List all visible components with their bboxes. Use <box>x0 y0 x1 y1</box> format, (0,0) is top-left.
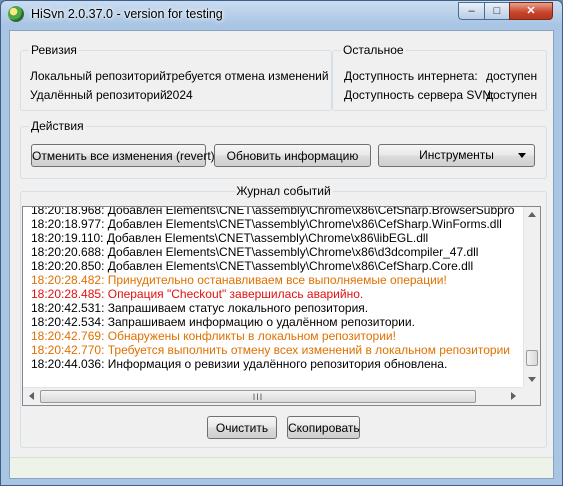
vertical-scrollbar[interactable] <box>523 207 540 388</box>
internet-label: Доступность интернета: <box>344 69 478 83</box>
log-entry: 18:20:20.688: Добавлен Elements\CNET\ass… <box>31 245 479 259</box>
log-entry: 18:20:44.036: Информация о ревизии удалё… <box>31 357 448 371</box>
clear-button[interactable]: Очистить <box>207 416 277 439</box>
client-area: Ревизия Локальный репозиторий: требуется… <box>9 30 554 479</box>
scroll-left-arrow-icon[interactable] <box>29 392 34 400</box>
scroll-grip: III <box>252 392 264 402</box>
window-title: HiSvn 2.0.37.0 - version for testing <box>31 7 223 21</box>
revision-group: Ревизия Локальный репозиторий: требуется… <box>20 43 332 111</box>
internet-value: доступен <box>486 69 538 83</box>
log-entry: 18:20:19.110: Добавлен Elements\CNET\ass… <box>31 231 429 245</box>
local-repo-value: требуется отмена изменений <box>166 69 329 83</box>
scroll-right-arrow-icon[interactable] <box>511 392 516 400</box>
scroll-up-arrow-icon[interactable] <box>528 212 536 217</box>
status-bar <box>10 457 553 478</box>
event-log[interactable]: 18:20:18.968: Добавлен Elements\CNET\ass… <box>22 206 541 406</box>
refresh-info-button[interactable]: Обновить информацию <box>214 144 371 167</box>
log-entry: 18:20:42.534: Запрашиваем информацию о у… <box>31 315 415 329</box>
minimize-button[interactable]: – <box>458 2 485 20</box>
log-entry: 18:20:18.968: Добавлен Elements\CNET\ass… <box>31 206 515 217</box>
maximize-button[interactable]: □ <box>484 2 510 20</box>
horizontal-scrollbar[interactable]: III <box>23 387 524 405</box>
journal-heading: Журнал событий <box>234 184 333 198</box>
tools-label: Инструменты <box>419 148 494 162</box>
main-window: HiSvn 2.0.37.0 - version for testing – □… <box>0 0 563 486</box>
other-heading: Остальное <box>341 43 406 57</box>
title-bar[interactable]: HiSvn 2.0.37.0 - version for testing – □… <box>1 1 562 29</box>
revision-heading: Ревизия <box>29 43 79 57</box>
copy-button[interactable]: Скопировать <box>287 416 360 439</box>
log-entry: 18:20:28.482: Принудительно останавливае… <box>31 273 447 287</box>
revert-button[interactable]: Отменить все изменения (revert) <box>31 144 215 167</box>
remote-repo-value: 2024 <box>166 88 193 102</box>
log-entry: 18:20:42.531: Запрашиваем статус локальн… <box>31 301 369 315</box>
tools-dropdown-button[interactable]: Инструменты <box>378 144 535 167</box>
close-button[interactable]: ✕ <box>509 2 553 20</box>
remote-repo-label: Удалённый репозиторий: <box>30 88 170 102</box>
svn-server-label: Доступность сервера SVN: <box>344 88 495 102</box>
other-group: Остальное Доступность интернета: доступе… <box>332 43 547 111</box>
log-entry: 18:20:28.485: Операция "Checkout" заверш… <box>31 287 364 301</box>
event-log-lines: 18:20:18.968: Добавлен Elements\CNET\ass… <box>31 206 515 371</box>
actions-heading: Действия <box>29 119 86 133</box>
scroll-down-arrow-icon[interactable] <box>528 377 536 382</box>
dropdown-arrow-icon <box>518 153 526 158</box>
svn-server-value: доступен <box>486 88 538 102</box>
local-repo-label: Локальный репозиторий: <box>30 69 170 83</box>
log-entry: 18:20:42.769: Обнаружены конфликты в лок… <box>31 329 396 343</box>
log-entry: 18:20:18.977: Добавлен Elements\CNET\ass… <box>31 217 502 231</box>
scrollbar-corner <box>522 387 540 405</box>
actions-group: Действия Отменить все изменения (revert)… <box>20 119 547 179</box>
vertical-scroll-thumb[interactable] <box>526 350 538 366</box>
horizontal-scroll-thumb[interactable]: III <box>40 390 476 403</box>
app-icon <box>8 6 24 22</box>
log-entry: 18:20:42.770: Требуется выполнить отмену… <box>31 343 510 357</box>
log-entry: 18:20:20.850: Добавлен Elements\CNET\ass… <box>31 259 474 273</box>
